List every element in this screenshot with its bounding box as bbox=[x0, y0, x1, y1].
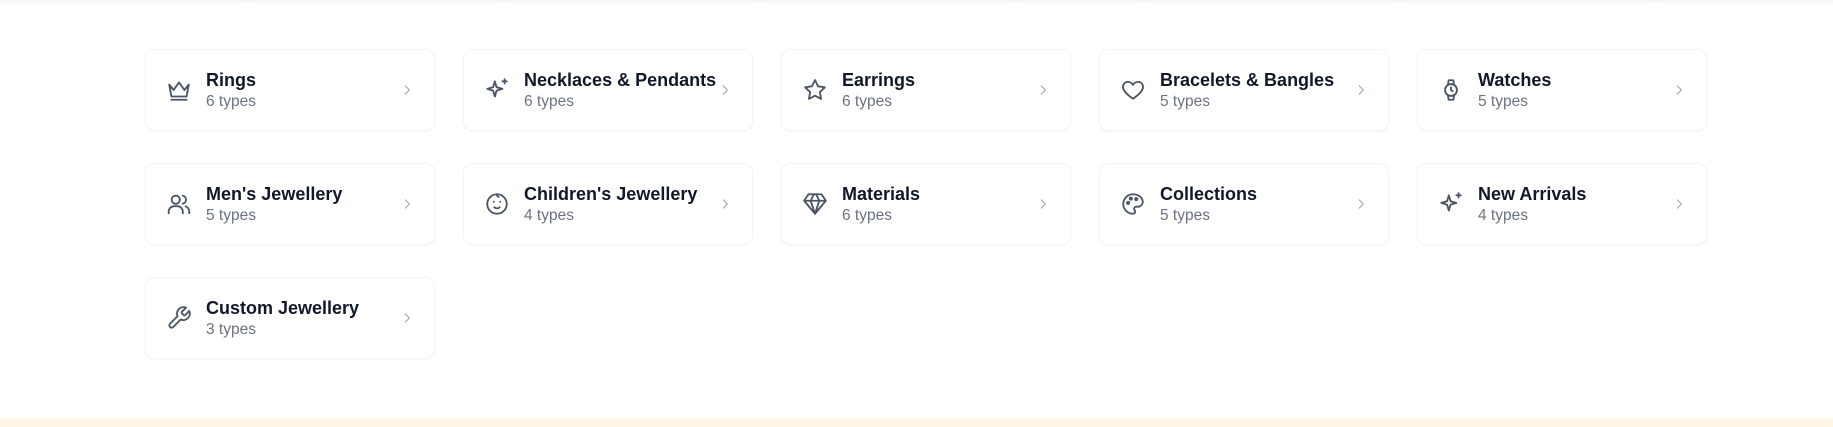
chevron-right-icon bbox=[1672, 197, 1686, 211]
category-title: Bracelets & Bangles bbox=[1160, 69, 1335, 90]
category-title: Materials bbox=[842, 183, 921, 204]
category-count: 4 types bbox=[524, 206, 574, 224]
category-grid: Rings 6 types Necklaces & Pendants 6 typ… bbox=[146, 50, 1706, 358]
heart-icon bbox=[1120, 77, 1146, 103]
category-title: Collections bbox=[1160, 183, 1258, 204]
users-icon bbox=[166, 191, 192, 217]
category-card-earrings[interactable]: Earrings 6 types bbox=[782, 50, 1070, 130]
category-title: Children's Jewellery bbox=[524, 183, 698, 204]
category-count: 5 types bbox=[1160, 92, 1210, 110]
category-count: 3 types bbox=[206, 320, 256, 338]
category-card-collections[interactable]: Collections 5 types bbox=[1100, 164, 1388, 244]
category-count: 6 types bbox=[206, 92, 256, 110]
category-title: Earrings bbox=[842, 69, 916, 90]
chevron-right-icon bbox=[400, 197, 414, 211]
baby-icon bbox=[484, 191, 510, 217]
category-card-watches[interactable]: Watches 5 types bbox=[1418, 50, 1706, 130]
category-count: 6 types bbox=[842, 206, 892, 224]
crown-icon bbox=[166, 77, 192, 103]
star-icon bbox=[802, 77, 828, 103]
chevron-right-icon bbox=[718, 197, 732, 211]
chevron-right-icon bbox=[1354, 197, 1368, 211]
header-shadow bbox=[0, 0, 1833, 6]
category-title: Men's Jewellery bbox=[206, 183, 343, 204]
category-title: Rings bbox=[206, 69, 257, 90]
wrench-icon bbox=[166, 305, 192, 331]
category-card-rings[interactable]: Rings 6 types bbox=[146, 50, 434, 130]
gem-icon bbox=[802, 191, 828, 217]
chevron-right-icon bbox=[1036, 83, 1050, 97]
category-count: 5 types bbox=[1478, 92, 1528, 110]
category-title: New Arrivals bbox=[1478, 183, 1587, 204]
palette-icon bbox=[1120, 191, 1146, 217]
chevron-right-icon bbox=[1672, 83, 1686, 97]
category-card-mens-jewellery[interactable]: Men's Jewellery 5 types bbox=[146, 164, 434, 244]
category-card-new-arrivals[interactable]: New Arrivals 4 types bbox=[1418, 164, 1706, 244]
category-title: Necklaces & Pendants bbox=[524, 69, 717, 90]
chevron-right-icon bbox=[718, 83, 732, 97]
chevron-right-icon bbox=[1354, 83, 1368, 97]
category-count: 5 types bbox=[1160, 206, 1210, 224]
category-count: 5 types bbox=[206, 206, 256, 224]
category-card-custom-jewellery[interactable]: Custom Jewellery 3 types bbox=[146, 278, 434, 358]
chevron-right-icon bbox=[400, 311, 414, 325]
category-count: 4 types bbox=[1478, 206, 1528, 224]
category-card-materials[interactable]: Materials 6 types bbox=[782, 164, 1070, 244]
category-card-bracelets-bangles[interactable]: Bracelets & Bangles 5 types bbox=[1100, 50, 1388, 130]
category-count: 6 types bbox=[842, 92, 892, 110]
category-card-necklaces-pendants[interactable]: Necklaces & Pendants 6 types bbox=[464, 50, 752, 130]
chevron-right-icon bbox=[1036, 197, 1050, 211]
category-card-childrens-jewellery[interactable]: Children's Jewellery 4 types bbox=[464, 164, 752, 244]
category-title: Custom Jewellery bbox=[206, 297, 360, 318]
footer-band bbox=[0, 418, 1833, 427]
category-count: 6 types bbox=[524, 92, 574, 110]
sparkles-icon bbox=[484, 77, 510, 103]
sparkles-icon bbox=[1438, 191, 1464, 217]
chevron-right-icon bbox=[400, 83, 414, 97]
category-title: Watches bbox=[1478, 69, 1552, 90]
watch-icon bbox=[1438, 77, 1464, 103]
